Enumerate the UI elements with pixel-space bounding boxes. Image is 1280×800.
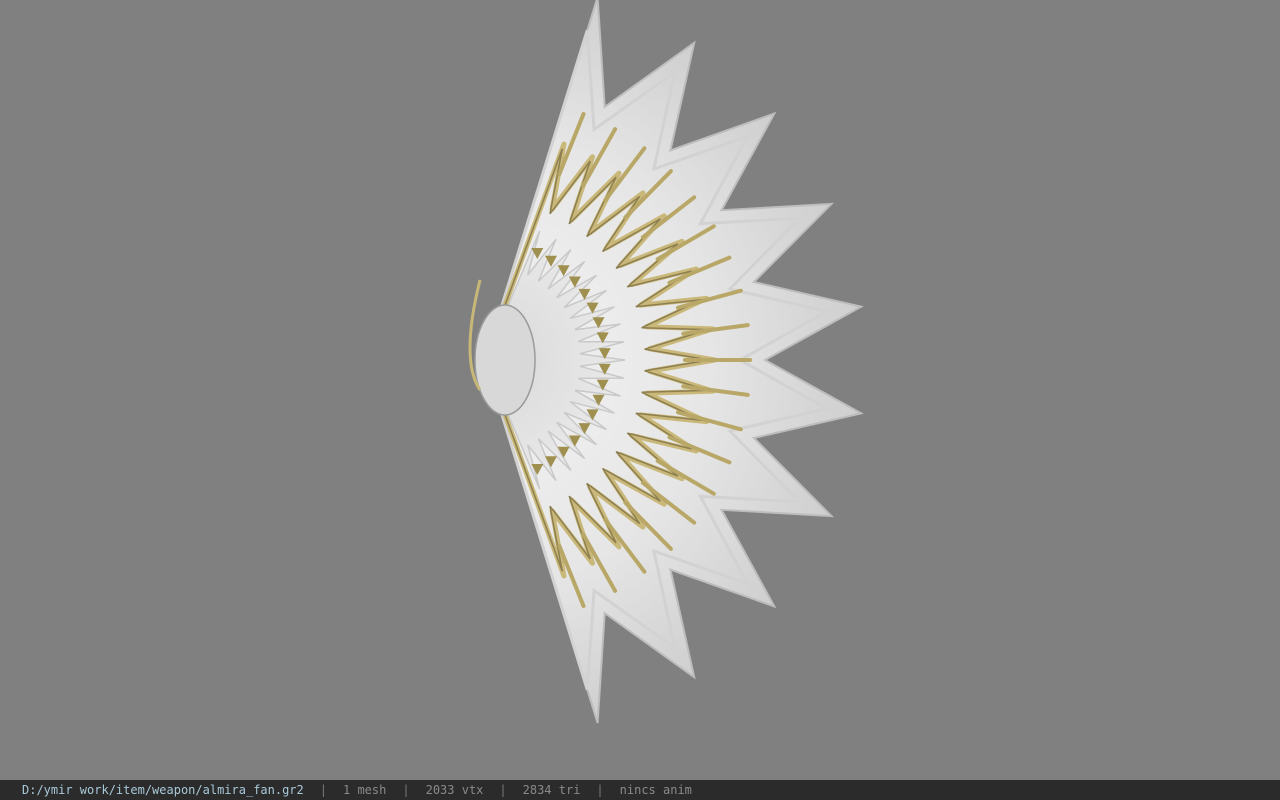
triangle-count: 2834 tri <box>522 783 581 797</box>
animation-status: nincs anim <box>619 783 692 797</box>
fan-hub <box>474 304 536 416</box>
separator: | <box>319 783 327 797</box>
fan-model <box>468 0 864 724</box>
separator: | <box>499 783 507 797</box>
status-bar: D:/ymir work/item/weapon/almira_fan.gr2 |… <box>0 780 1280 800</box>
mesh-count: 1 mesh <box>343 783 387 797</box>
3d-viewport[interactable] <box>0 0 1280 780</box>
separator: | <box>596 783 604 797</box>
vertex-count: 2033 vtx <box>425 783 484 797</box>
separator: | <box>402 783 410 797</box>
file-path: D:/ymir work/item/weapon/almira_fan.gr2 <box>22 783 304 797</box>
